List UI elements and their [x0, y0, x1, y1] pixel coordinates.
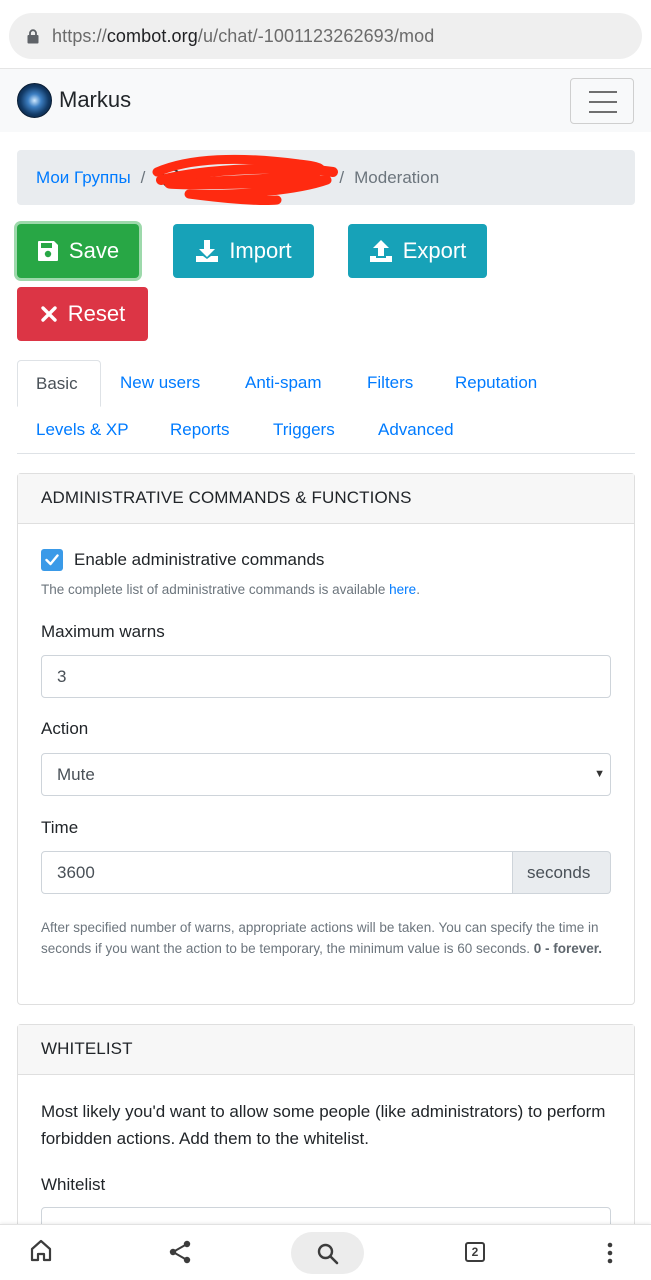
redacted-group-name[interactable]: и: [152, 154, 339, 205]
reset-button-label: Reset: [67, 301, 126, 326]
card-title: WHITELIST: [18, 1025, 634, 1075]
tabs-icon[interactable]: 2: [465, 1242, 485, 1262]
close-icon: [41, 306, 57, 322]
enable-admin-commands-checkbox[interactable]: [41, 549, 63, 571]
page: https://combot.org/u/chat/-1001123262693…: [0, 0, 651, 1280]
navbar: Markus: [0, 68, 651, 132]
max-warns-label: Maximum warns: [41, 622, 165, 641]
save-button-label: Save: [68, 238, 120, 263]
search-button[interactable]: [291, 1232, 364, 1274]
export-button[interactable]: Export: [348, 224, 487, 278]
download-icon: [196, 240, 219, 262]
whitelist-description: Most likely you'd want to allow some peo…: [41, 1102, 606, 1148]
import-button-label: Import: [229, 238, 292, 263]
share-icon[interactable]: [168, 1240, 192, 1269]
browser-toolbar: https://combot.org/u/chat/-1001123262693…: [0, 0, 651, 68]
breadcrumb-separator: /: [140, 167, 146, 187]
breadcrumb-current: Moderation: [354, 167, 440, 187]
breadcrumb-groups-link[interactable]: Мои Группы: [36, 168, 131, 188]
save-button[interactable]: Save: [17, 224, 139, 278]
save-icon: [37, 241, 58, 261]
admin-commands-help: The complete list of administrative comm…: [41, 579, 420, 600]
hamburger-icon-line: [589, 111, 617, 113]
action-label: Action: [41, 719, 89, 738]
help-text: The complete list of administrative comm…: [41, 582, 390, 597]
upload-icon: [369, 240, 392, 262]
action-select-value: Mute: [57, 765, 95, 784]
action-select[interactable]: Mute ▼: [41, 753, 611, 796]
tab-triggers[interactable]: Triggers: [273, 420, 335, 440]
navbar-brand[interactable]: Markus: [59, 87, 131, 113]
check-icon: [45, 554, 59, 566]
tab-new-users[interactable]: New users: [120, 373, 200, 393]
admin-commands-card: ADMINISTRATIVE COMMANDS & FUNCTIONS Enab…: [17, 473, 635, 1005]
warns-help-body: After specified number of warns, appropr…: [41, 920, 599, 956]
hamburger-icon-line: [589, 101, 617, 103]
warns-help-text: After specified number of warns, appropr…: [41, 917, 611, 959]
url-path: /u/chat/-1001123262693/mod: [197, 25, 435, 46]
url-host: combot.org: [106, 25, 198, 46]
enable-admin-commands-label[interactable]: Enable administrative commands: [74, 550, 324, 570]
whitelist-card: WHITELIST Most likely you'd want to allo…: [17, 1024, 635, 1250]
avatar[interactable]: [17, 83, 52, 118]
tab-anti-spam[interactable]: Anti-spam: [245, 373, 322, 393]
breadcrumb: Мои Группы / и / Moderation: [17, 150, 635, 205]
export-button-label: Export: [402, 238, 467, 263]
tab-basic[interactable]: Basic: [17, 360, 101, 407]
reset-button[interactable]: Reset: [17, 287, 148, 341]
commands-list-link[interactable]: here: [389, 582, 416, 597]
search-icon: [317, 1243, 339, 1265]
dropdown-arrow-icon: ▼: [594, 768, 605, 780]
tab-reputation[interactable]: Reputation: [455, 373, 537, 393]
home-icon[interactable]: [30, 1239, 52, 1268]
url-scheme: https://: [52, 25, 107, 46]
import-button[interactable]: Import: [173, 224, 314, 278]
tab-advanced[interactable]: Advanced: [378, 420, 454, 440]
time-label: Time: [41, 818, 79, 837]
url-text: https://combot.org/u/chat/-1001123262693…: [52, 26, 434, 47]
tab-filters[interactable]: Filters: [367, 373, 413, 393]
menu-toggle-button[interactable]: [570, 78, 634, 124]
browser-bottom-bar: 2: [0, 1224, 651, 1280]
tab-levels-xp[interactable]: Levels & XP: [36, 420, 129, 440]
whitelist-label: Whitelist: [41, 1175, 106, 1194]
warns-help-bold: 0 - forever.: [533, 941, 603, 956]
time-input[interactable]: 3600: [41, 851, 513, 894]
more-icon[interactable]: [606, 1242, 614, 1269]
address-bar[interactable]: https://combot.org/u/chat/-1001123262693…: [9, 13, 642, 59]
lock-icon: [27, 29, 39, 44]
time-input-group: 3600 seconds: [41, 851, 611, 894]
help-text-end: .: [416, 582, 420, 597]
max-warns-input[interactable]: 3: [41, 655, 611, 698]
hamburger-icon: [589, 91, 617, 93]
redaction-scribble: и: [152, 154, 339, 205]
time-unit-addon: seconds: [513, 851, 611, 894]
settings-tabs: Basic New users Anti-spam Filters Reputa…: [17, 360, 635, 454]
tab-reports[interactable]: Reports: [170, 420, 230, 440]
card-title: ADMINISTRATIVE COMMANDS & FUNCTIONS: [18, 474, 634, 524]
